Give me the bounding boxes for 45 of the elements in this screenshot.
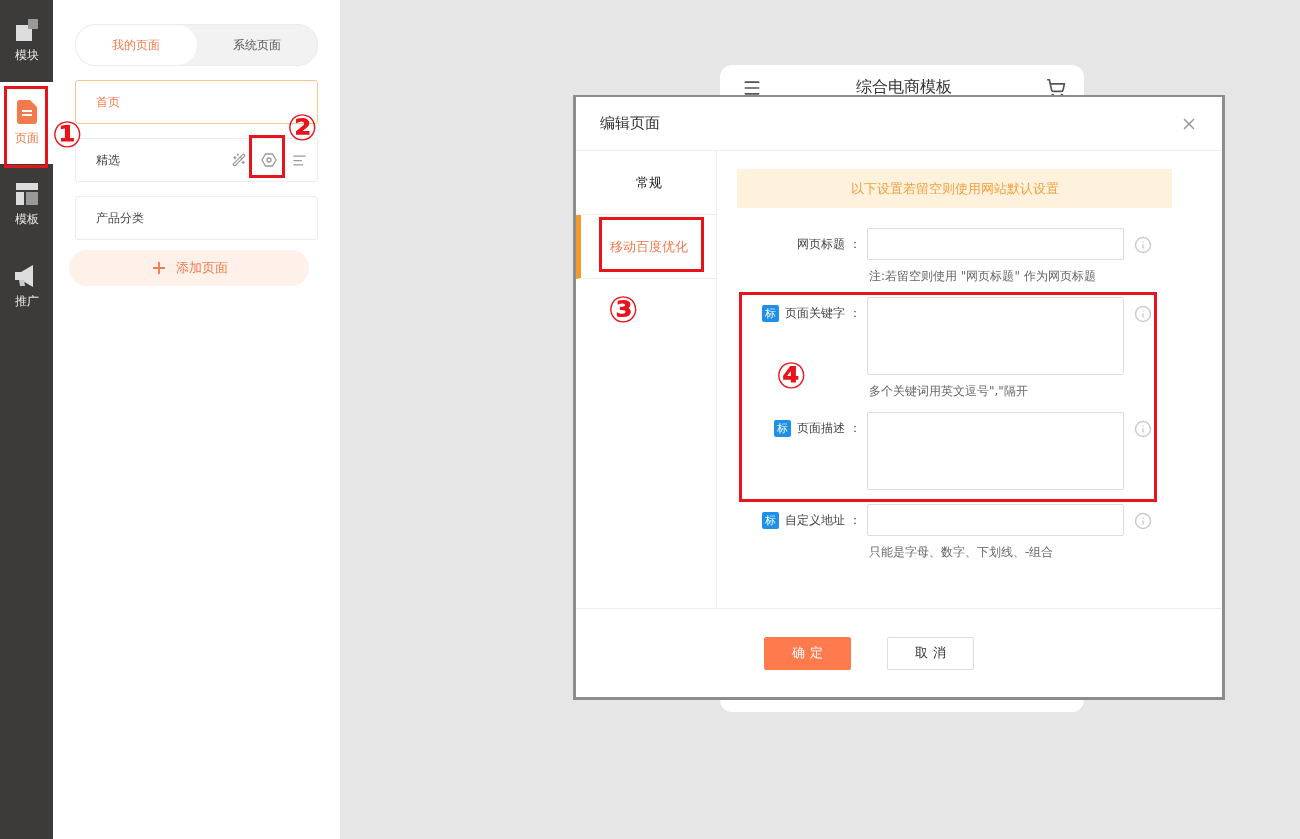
layout-icon: [15, 182, 38, 205]
page-label: 首页: [96, 93, 121, 111]
blocks-icon: [15, 18, 38, 41]
field-label: 自定义地址 ：: [785, 511, 861, 529]
rail-label: 模板: [14, 210, 39, 228]
field-label: 页面关键字 ：: [785, 304, 861, 322]
rail-label: 推广: [14, 292, 39, 310]
page-item[interactable]: 产品分类: [75, 196, 318, 240]
tag-badge: 标: [762, 511, 780, 529]
rail-item[interactable]: 模板: [0, 164, 53, 246]
info-icon[interactable]: [1134, 305, 1152, 323]
rail-item[interactable]: 推广: [0, 246, 53, 328]
field-label: 网页标题 ：: [797, 235, 861, 253]
page-label: 精选: [96, 151, 121, 169]
cancel-button[interactable]: 取 消: [887, 636, 974, 670]
field-note: 多个关键词用英文逗号","隔开: [869, 383, 1029, 400]
dialog-title: 编辑页面: [600, 114, 660, 133]
step-number: ③: [608, 292, 639, 328]
notice-banner: 以下设置若留空则使用网站默认设置: [737, 169, 1172, 208]
sort-icon[interactable]: [291, 152, 307, 168]
page-label: 产品分类: [96, 209, 145, 227]
rail-label: 模块: [14, 46, 39, 64]
rail-item[interactable]: 模块: [0, 0, 53, 82]
field-note: 注:若留空则使用 "网页标题" 作为网页标题: [869, 268, 1097, 285]
document-icon: [16, 99, 37, 124]
step-number: ④: [776, 358, 807, 394]
field-label: 页面描述 ：: [797, 419, 861, 437]
text-area[interactable]: [867, 297, 1124, 375]
highlight-frame: [249, 135, 285, 178]
input-field[interactable]: [867, 504, 1124, 536]
tag-badge: 标: [762, 304, 780, 322]
tag-badge: 标: [774, 419, 792, 437]
info-icon[interactable]: [1134, 236, 1152, 254]
rail-label: 页面: [14, 129, 39, 147]
dialog-tab[interactable]: 常规: [576, 151, 716, 215]
page-tab[interactable]: 系统页面: [196, 25, 317, 65]
input-field[interactable]: [867, 228, 1124, 260]
settings-icon[interactable]: [261, 152, 277, 168]
text-area[interactable]: [867, 412, 1124, 490]
preview-title: 综合电商模板: [856, 77, 952, 98]
wand-icon[interactable]: [231, 152, 247, 168]
info-icon[interactable]: [1134, 512, 1152, 530]
plus-icon: [150, 259, 168, 277]
field-note: 只能是字母、数字、下划线、-组合: [869, 544, 1055, 561]
info-icon[interactable]: [1134, 420, 1152, 438]
